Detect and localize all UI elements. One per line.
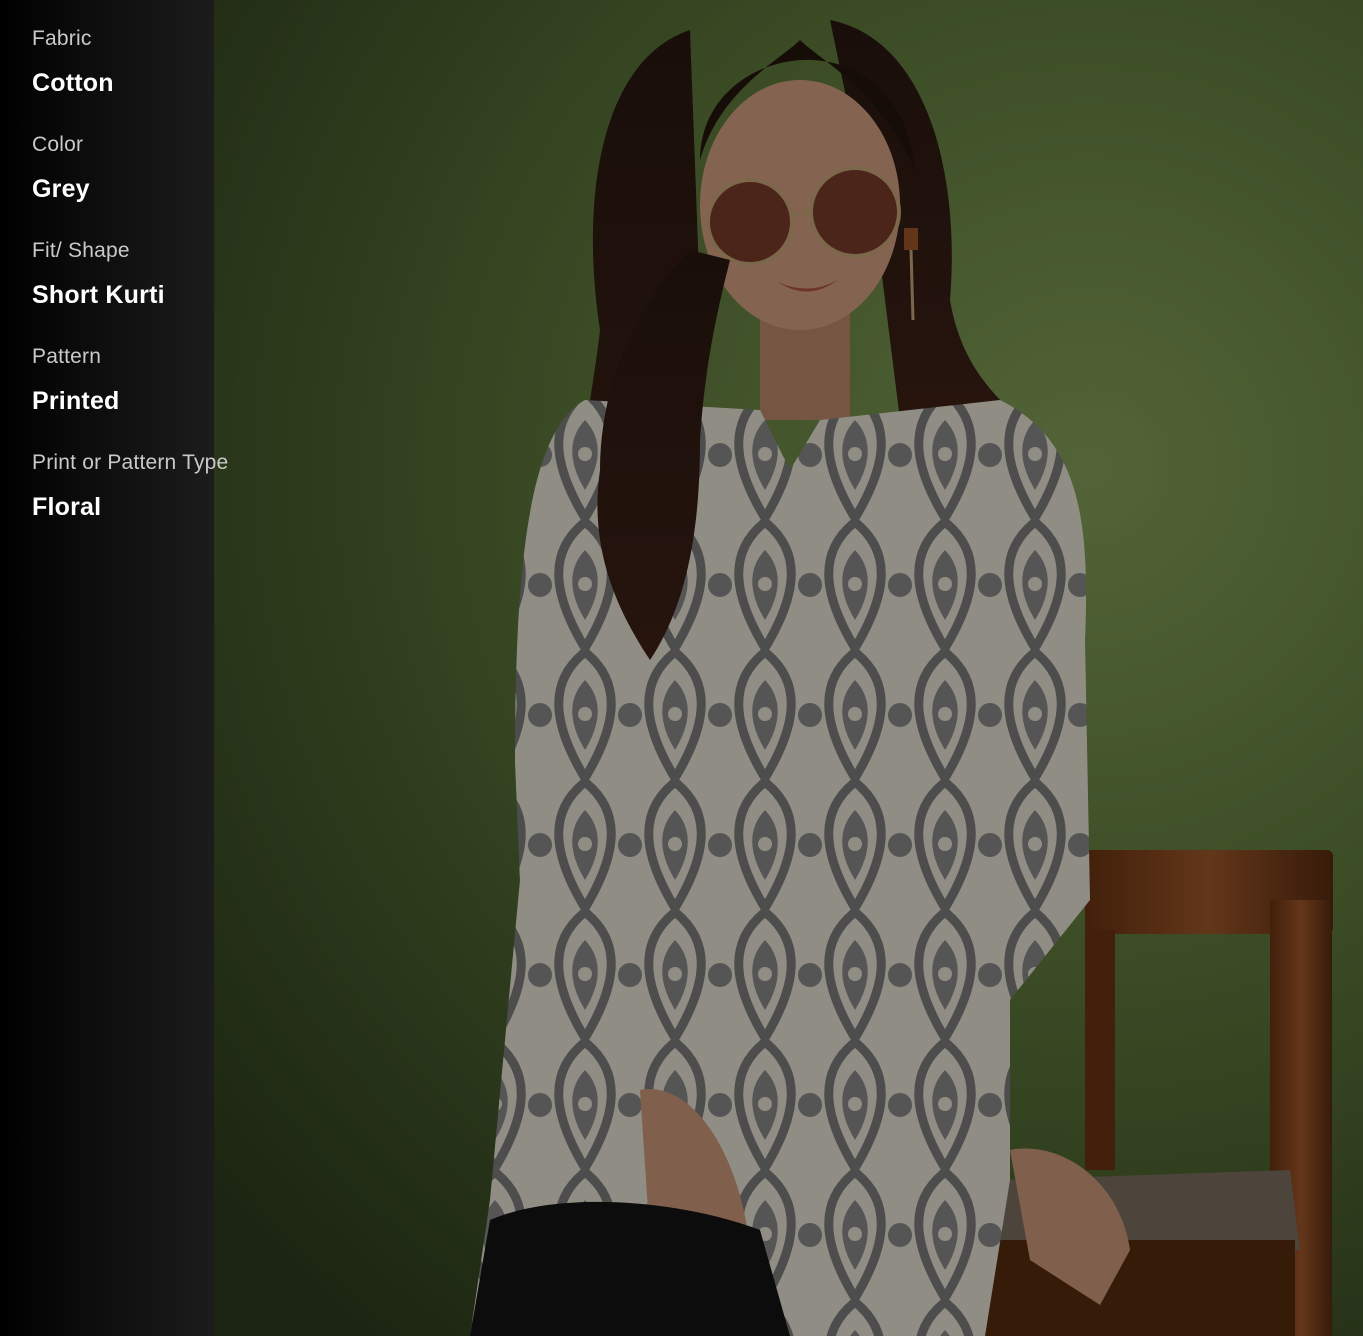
attribute-list: Fabric Cotton Color Grey Fit/ Shape Shor…: [32, 26, 228, 556]
product-attributes-panel: Fabric Cotton Color Grey Fit/ Shape Shor…: [0, 0, 228, 1336]
attribute-pattern: Pattern Printed: [32, 344, 228, 450]
attribute-value: Floral: [32, 493, 102, 521]
attribute-label: Fit/ Shape: [32, 239, 130, 262]
product-image-viewer: Fabric Cotton Color Grey Fit/ Shape Shor…: [0, 0, 1363, 1336]
attribute-print-type: Print or Pattern Type Floral: [32, 450, 228, 556]
attribute-value: Short Kurti: [32, 281, 165, 309]
attribute-value: Printed: [32, 387, 120, 415]
attribute-value: Grey: [32, 175, 90, 203]
attribute-fabric: Fabric Cotton: [32, 26, 228, 132]
attribute-label: Print or Pattern Type: [32, 451, 229, 474]
attribute-label: Color: [32, 133, 84, 156]
attribute-color: Color Grey: [32, 132, 228, 238]
attribute-label: Pattern: [32, 345, 102, 368]
attribute-label: Fabric: [32, 27, 92, 50]
attribute-value: Cotton: [32, 69, 114, 97]
attribute-fit-shape: Fit/ Shape Short Kurti: [32, 238, 228, 344]
